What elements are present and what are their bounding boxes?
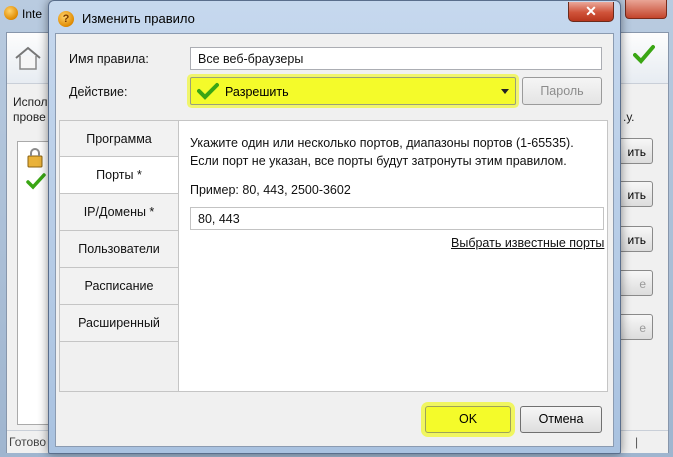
cancel-button[interactable]: Отмена <box>520 406 602 433</box>
edit-rule-dialog: Изменить правило ✕ Имя правила: Действие… <box>48 0 621 454</box>
ports-description: Укажите один или несколько портов, диапа… <box>190 136 574 168</box>
tab-program[interactable]: Программа <box>59 120 179 157</box>
dialog-body: Имя правила: Действие: Разрешить Пароль … <box>55 33 614 447</box>
app-icon <box>58 11 74 27</box>
dialog-title: Изменить правило <box>82 11 195 26</box>
tab-users[interactable]: Пользователи <box>59 231 179 268</box>
home-icon[interactable] <box>13 45 43 71</box>
check-icon <box>197 83 219 100</box>
status-text: Готово <box>9 435 47 449</box>
parent-window-title: Inte <box>22 7 43 21</box>
parent-side-button[interactable]: е <box>619 270 653 296</box>
parent-description-tail: .у. <box>623 110 635 124</box>
tab-advanced[interactable]: Расширенный <box>59 305 179 342</box>
rule-name-input[interactable] <box>190 47 602 70</box>
parent-side-button[interactable]: ить <box>619 226 653 252</box>
action-label: Действие: <box>69 85 128 99</box>
chevron-down-icon <box>501 89 509 94</box>
known-ports-link[interactable]: Выбрать известные порты <box>451 236 604 250</box>
parent-close-button[interactable] <box>625 0 667 19</box>
parent-side-button[interactable]: ить <box>619 181 653 207</box>
ports-example: Пример: 80, 443, 2500-3602 <box>190 183 351 197</box>
tab-strip-filler <box>59 342 179 392</box>
parent-side-button[interactable]: ить <box>619 138 653 164</box>
check-icon <box>633 45 655 64</box>
ports-panel: Укажите один или несколько портов, диапа… <box>178 120 608 392</box>
parent-side-button[interactable]: е <box>619 314 653 340</box>
action-dropdown[interactable]: Разрешить <box>190 77 516 105</box>
status-separator: | <box>635 435 639 449</box>
tab-schedule[interactable]: Расписание <box>59 268 179 305</box>
ports-input[interactable] <box>190 207 604 230</box>
parent-description-line: прове <box>13 110 46 124</box>
check-icon <box>26 173 46 190</box>
action-selected-value: Разрешить <box>225 85 289 99</box>
tab-ip-domains[interactable]: IP/Домены * <box>59 194 179 231</box>
app-icon <box>4 6 18 20</box>
close-button[interactable]: ✕ <box>568 2 614 22</box>
parent-description-line: Испол <box>13 95 48 109</box>
parent-description: Испол прове <box>13 95 48 125</box>
rule-name-label: Имя правила: <box>69 52 149 66</box>
password-button[interactable]: Пароль <box>522 77 602 105</box>
ok-button[interactable]: OK <box>425 406 511 433</box>
tab-ports[interactable]: Порты * <box>59 157 179 194</box>
lock-icon <box>27 148 43 168</box>
